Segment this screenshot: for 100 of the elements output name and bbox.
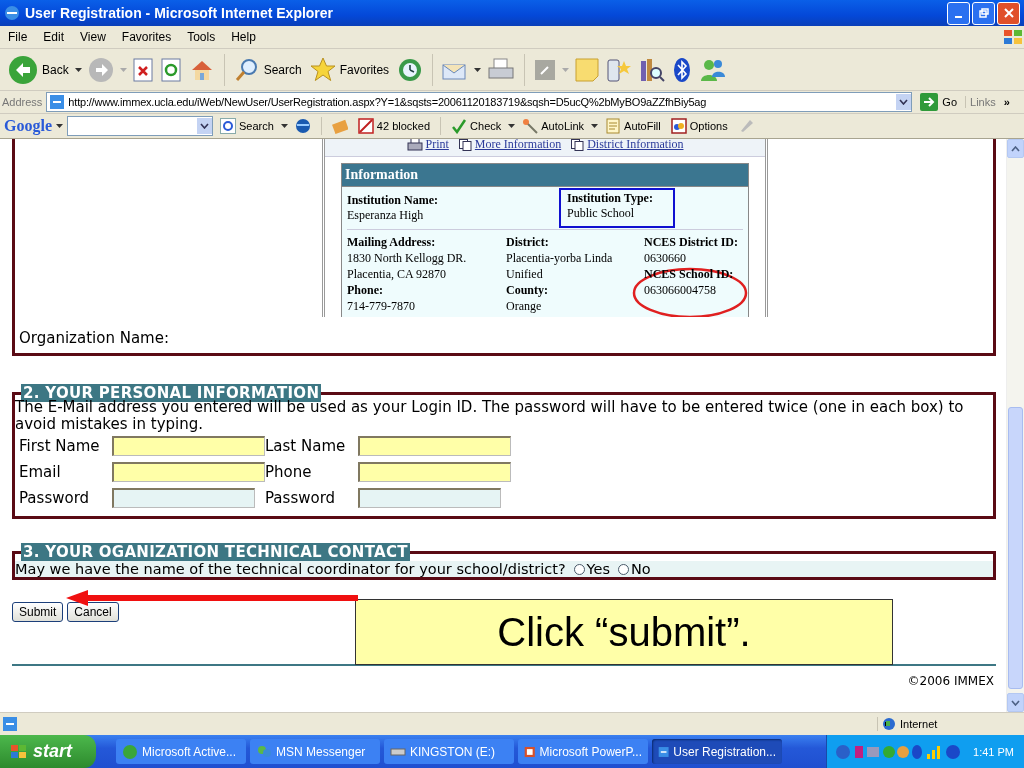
radio-button[interactable] (573, 563, 585, 575)
taskbar-button[interactable]: Microsoft PowerP... (518, 739, 648, 764)
text-field[interactable] (112, 462, 265, 482)
table-header: Information (342, 164, 748, 187)
more-button[interactable]: » (1003, 96, 1010, 108)
stop-icon (132, 57, 153, 82)
scroll-thumb[interactable] (1008, 407, 1023, 689)
stop-button[interactable] (130, 55, 155, 84)
field-value: Public School (567, 206, 635, 221)
close-button[interactable] (997, 1, 1020, 25)
text-field[interactable] (112, 436, 265, 456)
field-value: 0630660 (644, 250, 687, 266)
caret-icon (119, 67, 127, 72)
field-value: Esperanza High (347, 208, 425, 223)
text-field[interactable] (358, 462, 511, 482)
chevron-down-icon (200, 123, 209, 129)
menu-item[interactable]: Edit (35, 30, 73, 44)
books-icon (639, 56, 666, 83)
taskbar-button[interactable]: Microsoft Active... (116, 739, 246, 764)
taskbar-button[interactable]: KINGSTON (E:) (384, 739, 514, 764)
search-icon (233, 56, 260, 83)
scroll-up-button[interactable] (1007, 139, 1024, 158)
field-value: 1830 North Kellogg DR. (347, 250, 468, 266)
window-title: User Registration - Microsoft Internet Explorer (25, 5, 334, 21)
field-label: Password (19, 489, 91, 507)
field-label: Phone: (347, 282, 384, 298)
menu-item[interactable]: View (72, 30, 114, 44)
radio-option[interactable]: Yes (573, 561, 610, 577)
search-button[interactable]: Search (231, 54, 304, 85)
password-field[interactable] (358, 488, 501, 508)
back-button[interactable]: Back (6, 52, 71, 87)
form-icon (605, 118, 622, 134)
google-search-button[interactable]: Search (217, 118, 277, 134)
field-value: 063066004758 (644, 282, 717, 298)
field-label: Organization Name: (18, 329, 170, 349)
links-button[interactable]: Links (965, 96, 1000, 108)
printer-icon (406, 139, 423, 151)
menu-item[interactable]: Favorites (113, 30, 180, 44)
field-value: Placentia, CA 92870 (347, 266, 447, 282)
address-field[interactable]: http://www.immex.ucla.edu/iWeb/NewUser/UserRegistration.aspx?Y=1&sqsts=20061120183719&sqsh=D5ucQ%2bMyBO9aZZfhBiy5ag (46, 92, 913, 112)
text-field[interactable] (358, 436, 511, 456)
autofill-button[interactable]: AutoFill (602, 118, 664, 134)
field-label: Institution Type: (567, 191, 653, 206)
minimize-button[interactable] (947, 1, 970, 25)
taskbar-button[interactable]: MSN Messenger (250, 739, 380, 764)
field-label: Institution Name: (347, 193, 439, 208)
field-label: First Name (19, 437, 101, 455)
scrollbar[interactable] (1006, 139, 1024, 712)
dropdown-button[interactable] (896, 94, 912, 110)
caret-icon (280, 124, 288, 128)
printer-icon (487, 57, 516, 82)
status-text: Internet (900, 718, 938, 730)
link[interactable]: District Information (571, 139, 684, 152)
favorites-button[interactable]: Favorites (307, 54, 392, 85)
section-heading: 3. YOUR OGANIZATION TECHNICAL CONTACT (21, 543, 410, 561)
caret-icon (591, 124, 599, 128)
menu-item[interactable]: Tools (179, 30, 224, 44)
link[interactable]: More Information (458, 139, 562, 152)
refresh-button[interactable] (158, 55, 183, 84)
question-text: May we have the name of the technical coordinator for your school/district? (15, 561, 566, 577)
cancel-button[interactable]: Cancel (67, 602, 119, 622)
scroll-down-button[interactable] (1007, 693, 1024, 712)
g-icon (220, 118, 236, 134)
menu-item[interactable]: File (0, 30, 36, 44)
close-icon (1003, 8, 1014, 18)
dropdown-button[interactable] (197, 118, 212, 134)
google-logo[interactable]: Google (4, 117, 52, 135)
field-label: Email (19, 463, 62, 481)
field-value: Placentia-yorba Linda (506, 250, 614, 266)
clock-text: 1:41 PM (973, 745, 1014, 758)
popup-blocker-button[interactable]: 42 blocked (354, 118, 434, 134)
go-button[interactable]: Go (916, 93, 962, 111)
radio-option[interactable]: No (618, 561, 651, 577)
restore-button[interactable] (972, 1, 995, 25)
documents-icon (458, 139, 472, 151)
documents-icon (571, 139, 585, 151)
radio-button[interactable] (618, 563, 629, 575)
menu-item[interactable]: Help (223, 30, 264, 44)
field-label: County: (506, 282, 549, 298)
submit-button[interactable]: Submit (12, 602, 64, 622)
clock-icon (397, 56, 424, 83)
taskbar-button[interactable]: User Registration... (652, 739, 782, 764)
options-button[interactable]: Options (667, 118, 731, 134)
password-field[interactable] (112, 488, 255, 508)
field-label: Mailing Address: (347, 234, 437, 250)
spellcheck-button[interactable]: Check (448, 118, 505, 134)
phone-star-icon (607, 56, 632, 83)
autolink-button[interactable]: AutoLink (519, 118, 588, 134)
link[interactable]: Print (406, 139, 449, 152)
search-field[interactable] (67, 116, 213, 136)
field-label: Phone (265, 463, 313, 481)
windows-logo-icon (1002, 28, 1024, 46)
field-label: Last Name (265, 437, 347, 455)
caret-icon (56, 124, 63, 128)
instructions-text: The E-Mail address you entered will be used as your Login ID. The password will have to be entered twice (one in each box) to avoid mistakes in typing. (15, 399, 965, 433)
restore-icon (978, 8, 989, 18)
caret-icon (508, 124, 516, 128)
windows-logo-icon (10, 743, 28, 760)
page-icon (49, 94, 66, 110)
pencil-icon (534, 58, 557, 81)
